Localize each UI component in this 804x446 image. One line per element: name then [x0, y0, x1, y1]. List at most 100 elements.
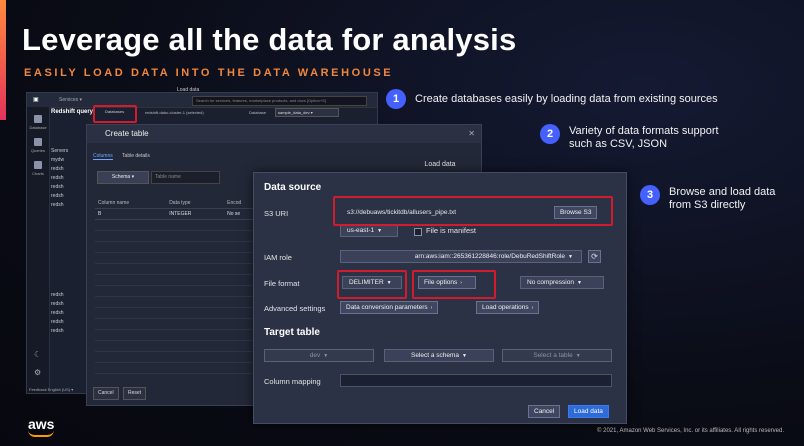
aws-console-logo: ▣	[33, 97, 39, 103]
sidebar-label-charts: Charts	[32, 171, 44, 176]
console-search-input[interactable]: Search for services, features, marketpla…	[192, 96, 367, 106]
column-header: Data type	[169, 200, 191, 206]
tree-item[interactable]	[51, 219, 91, 228]
callout-text: Variety of data formats support such as …	[569, 124, 719, 151]
column-mapping-field[interactable]	[340, 374, 612, 387]
charts-icon[interactable]	[34, 161, 42, 169]
tree-item[interactable]: redsh	[51, 165, 91, 174]
refresh-icon[interactable]: ⟳	[588, 250, 601, 263]
database-icon[interactable]	[34, 115, 42, 123]
s3-uri-label: S3 URI	[264, 209, 289, 218]
database-label: Database	[249, 110, 267, 115]
table-select-label: Select a table	[533, 352, 573, 359]
tree-item[interactable]	[51, 273, 91, 282]
moon-icon[interactable]: ☾	[34, 350, 41, 359]
create-table-header: Create table ✕	[87, 125, 481, 143]
cancel-button[interactable]: Cancel	[528, 405, 561, 418]
database-select[interactable]: sample_data_dev ▾	[275, 108, 339, 117]
tree-item[interactable]: redsh	[51, 201, 91, 210]
file-is-manifest-checkbox[interactable]	[414, 228, 422, 236]
schema-select[interactable]: Schema ▾	[97, 171, 149, 184]
close-icon[interactable]: ✕	[468, 125, 475, 143]
aws-smile-icon	[28, 430, 54, 437]
tree-item[interactable]	[51, 228, 91, 237]
tree-item[interactable]: redsh	[51, 327, 91, 336]
gear-icon[interactable]: ⚙	[34, 368, 41, 377]
tree-item[interactable]: redsh	[51, 318, 91, 327]
reset-button[interactable]: Reset	[123, 387, 147, 400]
tree-item[interactable]: redsh	[51, 183, 91, 192]
table-name-input[interactable]: Table name	[151, 171, 220, 184]
data-conversion-label: Data conversion parameters	[346, 304, 428, 311]
schema-tree: Servers mydw redsh redsh redsh redsh red…	[51, 147, 91, 383]
schema-select[interactable]: Select a schema ▼	[384, 349, 494, 362]
table-cell[interactable]: B	[95, 209, 166, 219]
tree-item[interactable]	[51, 282, 91, 291]
chevron-right-icon: ›	[430, 305, 433, 311]
tree-item[interactable]	[51, 210, 91, 219]
console-top-bar: ▣ Services ▾ Load data Search for servic…	[27, 87, 377, 108]
tree-item[interactable]: Servers	[51, 147, 91, 156]
chevron-right-icon: ›	[531, 305, 534, 311]
chevron-down-icon: ▼	[568, 254, 573, 260]
callout-2: 2 Variety of data formats support such a…	[540, 124, 719, 151]
queries-icon[interactable]	[34, 138, 42, 146]
tree-item[interactable]: redsh	[51, 174, 91, 183]
tree-item[interactable]: mydw	[51, 156, 91, 165]
tree-item[interactable]	[51, 255, 91, 264]
file-is-manifest-label: File is manifest	[426, 226, 477, 235]
table-header-row: Column name Data type Encod	[95, 198, 265, 209]
callout-3: 3 Browse and load data from S3 directly	[640, 185, 775, 212]
chevron-down-icon: ▼	[576, 280, 582, 286]
iam-role-select[interactable]: arn:aws:iam::265361228846:role/DebuRedSh…	[340, 250, 582, 263]
slide-subtitle: EASILY LOAD DATA INTO THE DATA WAREHOUSE	[24, 67, 394, 79]
callout-badge: 2	[540, 124, 560, 144]
schema-select-label: Select a schema	[410, 352, 460, 359]
tree-item[interactable]: redsh	[51, 192, 91, 201]
callout-badge: 1	[386, 89, 406, 109]
target-database-value: dev	[309, 352, 321, 359]
table-select[interactable]: Select a table ▼	[502, 349, 612, 362]
console-header-title: Load data	[177, 87, 200, 93]
data-conversion-button[interactable]: Data conversion parameters ›	[340, 301, 439, 314]
columns-table: Column name Data type Encod B INTEGER No…	[95, 198, 265, 220]
tree-item[interactable]	[51, 246, 91, 255]
highlight-s3-uri	[333, 196, 613, 226]
table-row[interactable]: B INTEGER No se	[95, 209, 265, 220]
callout-text-line: from S3 directly	[669, 199, 746, 211]
tree-item[interactable]: redsh	[51, 291, 91, 300]
column-header: Column name	[98, 200, 130, 206]
highlight-file-options	[412, 270, 496, 299]
tree-item[interactable]: redsh	[51, 309, 91, 318]
tree-item[interactable]	[51, 264, 91, 273]
tree-item[interactable]: redsh	[51, 300, 91, 309]
slide-title: Leverage all the data for analysis	[22, 22, 517, 57]
accent-bar	[0, 0, 6, 120]
slide: Leverage all the data for analysis EASIL…	[0, 0, 804, 446]
tab-columns[interactable]: Columns	[93, 153, 113, 160]
target-database-select[interactable]: dev ▼	[264, 349, 374, 362]
aws-logo: aws	[28, 416, 54, 437]
tab-table-details[interactable]: Table details	[122, 153, 150, 159]
iam-role-label: IAM role	[264, 253, 292, 262]
tree-item[interactable]	[51, 237, 91, 246]
load-data-button[interactable]: Load data	[568, 405, 609, 418]
load-data-title: Load data	[424, 161, 456, 168]
console-footer[interactable]: Feedback English (US) ▾	[29, 387, 73, 392]
table-cell[interactable]: INTEGER	[166, 209, 224, 219]
cluster-selector[interactable]: redshift-dabu-cluster-1 (selected)	[145, 110, 204, 115]
callout-text-line: such as CSV, JSON	[569, 138, 668, 150]
load-operations-label: Load operations	[482, 304, 529, 311]
console-sidebar: Database Queries Charts ☾ ⚙	[27, 107, 50, 393]
cancel-button[interactable]: Cancel	[93, 387, 119, 400]
create-table-tabs: Columns Table details	[93, 153, 158, 160]
empty-rows	[95, 220, 265, 374]
load-operations-button[interactable]: Load operations ›	[476, 301, 540, 314]
compression-select[interactable]: No compression ▼	[520, 276, 604, 289]
chevron-down-icon: ▼	[323, 353, 329, 359]
callout-1: 1 Create databases easily by loading dat…	[386, 89, 718, 109]
services-menu[interactable]: Services ▾	[59, 97, 82, 103]
chevron-down-icon: ▼	[462, 353, 467, 359]
file-format-label: File format	[264, 279, 300, 288]
iam-role-value: arn:aws:iam::265361228846:role/DebuRedSh…	[414, 253, 566, 260]
